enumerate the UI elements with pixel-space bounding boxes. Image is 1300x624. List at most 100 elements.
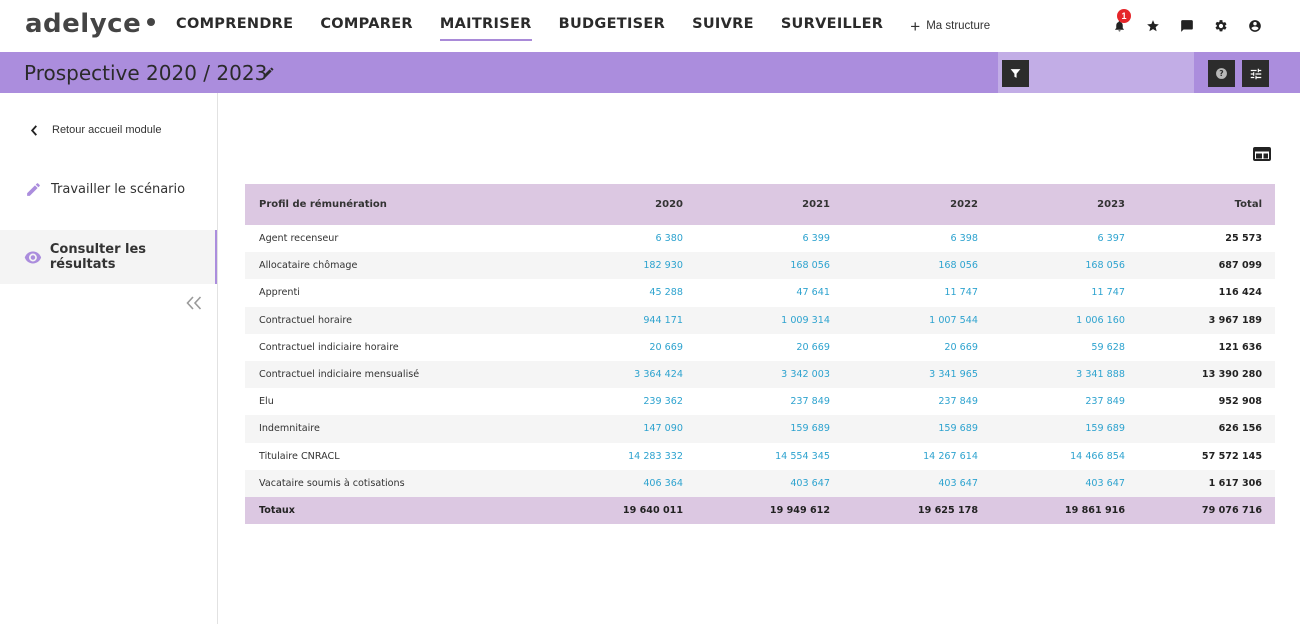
profile-cell: Contractuel indiciaire horaire bbox=[259, 341, 399, 353]
value-link[interactable]: 182 930 bbox=[548, 252, 696, 280]
value-link[interactable]: 14 267 614 bbox=[843, 443, 991, 470]
settings-button[interactable] bbox=[1204, 14, 1238, 38]
nav-budgetiser[interactable]: BUDGETISER bbox=[559, 0, 665, 52]
row-total-cell: 57 572 145 bbox=[1201, 450, 1262, 462]
adelyce-logo[interactable]: adelyce bbox=[25, 9, 156, 39]
value-link[interactable]: 47 641 bbox=[696, 279, 843, 306]
total-cell: 19 949 612 bbox=[696, 496, 843, 525]
notifications-button[interactable]: 1 bbox=[1102, 9, 1136, 38]
eye-icon bbox=[24, 251, 42, 263]
value-link[interactable]: 168 056 bbox=[843, 252, 991, 280]
nav-comparer[interactable]: COMPARER bbox=[320, 0, 413, 52]
star-icon bbox=[1147, 20, 1159, 32]
value-link[interactable]: 168 056 bbox=[696, 252, 843, 280]
messages-button[interactable] bbox=[1170, 14, 1204, 38]
value-link[interactable]: 11 747 bbox=[843, 279, 991, 306]
message-icon bbox=[1181, 20, 1193, 32]
nav-suivre[interactable]: SUIVRE bbox=[692, 0, 754, 52]
value-link[interactable]: 1 009 314 bbox=[696, 306, 843, 334]
value-link[interactable]: 168 056 bbox=[991, 252, 1138, 280]
user-icon bbox=[1249, 20, 1261, 32]
account-button[interactable] bbox=[1238, 14, 1272, 38]
value-link[interactable]: 6 399 bbox=[696, 225, 843, 252]
settings-sliders-button[interactable] bbox=[1242, 60, 1269, 87]
row-total-cell: 3 967 189 bbox=[1138, 306, 1275, 334]
value-link[interactable]: 14 554 345 bbox=[696, 443, 843, 470]
value-link[interactable]: 403 647 bbox=[843, 469, 991, 497]
help-button[interactable]: ? bbox=[1208, 60, 1235, 87]
column-header: 2021 bbox=[696, 184, 843, 225]
row-total-cell: 13 390 280 bbox=[1138, 360, 1275, 389]
value-link[interactable]: 3 364 424 bbox=[548, 360, 696, 389]
sidebar-item-label: Travailler le scénario bbox=[51, 181, 186, 197]
table-row: Elu 239 362 237 849 237 849 237 849 952 … bbox=[245, 388, 1275, 415]
value-link[interactable]: 11 747 bbox=[991, 279, 1138, 306]
table-row: Allocataire chômage 182 930 168 056 168 … bbox=[245, 252, 1275, 280]
sidebar-item-work-scenario[interactable]: Travailler le scénario bbox=[0, 164, 217, 214]
value-link[interactable]: 237 849 bbox=[843, 388, 991, 415]
column-header: 2022 bbox=[843, 184, 991, 225]
value-link[interactable]: 147 090 bbox=[548, 415, 696, 443]
value-link[interactable]: 1 007 544 bbox=[843, 306, 991, 334]
value-link[interactable]: 159 689 bbox=[991, 415, 1138, 443]
filter-icon bbox=[1010, 69, 1021, 78]
totals-label: Totaux bbox=[245, 496, 548, 525]
value-link[interactable]: 3 341 965 bbox=[843, 360, 991, 389]
value-link[interactable]: 6 380 bbox=[548, 225, 696, 252]
value-link[interactable]: 59 628 bbox=[991, 334, 1138, 361]
favorites-button[interactable] bbox=[1136, 14, 1170, 38]
edit-title-button[interactable] bbox=[262, 66, 275, 84]
chevron-left-icon bbox=[30, 124, 37, 136]
add-structure-button[interactable]: + Ma structure bbox=[910, 18, 990, 35]
table-header-row: Profil de rémunération 2020 2021 2022 20… bbox=[245, 184, 1275, 225]
value-link[interactable]: 159 689 bbox=[696, 415, 843, 443]
profile-cell: Contractuel horaire bbox=[245, 306, 548, 334]
value-link[interactable]: 239 362 bbox=[548, 388, 696, 415]
back-to-module-home-link[interactable]: Retour accueil module bbox=[30, 124, 161, 136]
value-link[interactable]: 1 006 160 bbox=[991, 306, 1138, 334]
value-link[interactable]: 237 849 bbox=[991, 388, 1138, 415]
value-link[interactable]: 406 364 bbox=[548, 469, 696, 497]
table-layout-button[interactable] bbox=[1253, 147, 1271, 166]
value-link[interactable]: 403 647 bbox=[696, 469, 843, 497]
total-cell: 19 640 011 bbox=[548, 496, 696, 525]
value-link[interactable]: 403 647 bbox=[991, 469, 1138, 497]
totals-row: Totaux 19 640 011 19 949 612 19 625 178 … bbox=[245, 496, 1275, 525]
value-link[interactable]: 6 397 bbox=[991, 225, 1138, 252]
results-table: Profil de rémunération 2020 2021 2022 20… bbox=[245, 184, 1275, 525]
profile-cell: Indemnitaire bbox=[245, 415, 548, 443]
value-link[interactable]: 237 849 bbox=[696, 388, 843, 415]
value-link[interactable]: 45 288 bbox=[548, 279, 696, 306]
table-row: Vacataire soumis à cotisations 406 364 4… bbox=[245, 469, 1275, 497]
nav-maitriser[interactable]: MAITRISER bbox=[439, 0, 532, 52]
value-link[interactable]: 14 466 854 bbox=[991, 443, 1138, 470]
web-layout-icon bbox=[1253, 147, 1271, 161]
value-link[interactable]: 6 398 bbox=[843, 225, 991, 252]
total-cell: 19 861 916 bbox=[991, 496, 1138, 525]
sidebar-item-label: Consulter les résultats bbox=[49, 242, 147, 272]
table-row: Agent recenseur 6 380 6 399 6 398 6 397 … bbox=[245, 225, 1275, 252]
plus-icon: + bbox=[910, 16, 921, 36]
table-row: Indemnitaire 147 090 159 689 159 689 159… bbox=[245, 415, 1275, 443]
nav-surveiller[interactable]: SURVEILLER bbox=[781, 0, 883, 52]
table-row: Contractuel indiciaire horaire 20 669 20… bbox=[245, 334, 1275, 361]
collapse-sidebar-button[interactable] bbox=[186, 292, 202, 314]
total-cell: 19 625 178 bbox=[843, 496, 991, 525]
table-row: Titulaire CNRACL 14 283 332 14 554 345 1… bbox=[245, 443, 1275, 470]
nav-comprendre[interactable]: COMPRENDRE bbox=[176, 0, 293, 52]
value-link[interactable]: 14 283 332 bbox=[548, 443, 696, 470]
value-link[interactable]: 159 689 bbox=[843, 415, 991, 443]
column-header: 2020 bbox=[548, 184, 696, 225]
filter-button[interactable] bbox=[1002, 60, 1029, 87]
value-link[interactable]: 20 669 bbox=[548, 334, 696, 361]
value-link[interactable]: 3 342 003 bbox=[696, 360, 843, 389]
value-link[interactable]: 20 669 bbox=[843, 334, 991, 361]
sidebar-item-view-results[interactable]: Consulter les résultats bbox=[0, 230, 217, 284]
sidebar: Retour accueil module Travailler le scén… bbox=[0, 93, 218, 624]
column-header: Profil de rémunération bbox=[245, 184, 548, 225]
table-row: Contractuel horaire 944 171 1 009 314 1 … bbox=[245, 306, 1275, 334]
value-link[interactable]: 20 669 bbox=[696, 334, 843, 361]
value-link[interactable]: 3 341 888 bbox=[991, 360, 1138, 389]
gear-icon bbox=[1215, 20, 1227, 32]
value-link[interactable]: 944 171 bbox=[548, 306, 696, 334]
